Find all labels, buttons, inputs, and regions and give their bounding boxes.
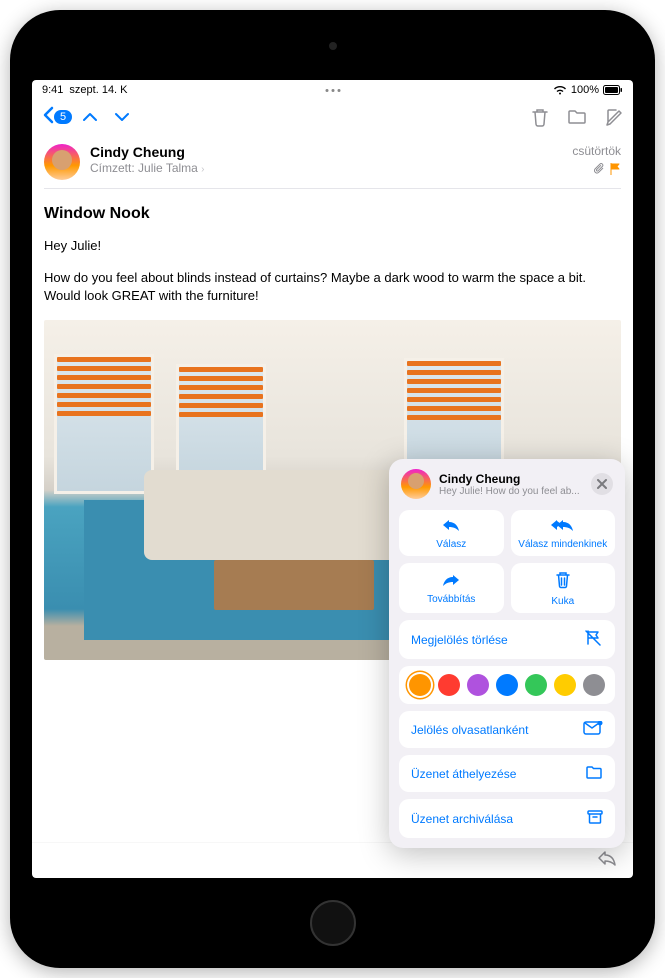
archive-label: Üzenet archiválása [411,812,513,826]
move-message-button[interactable]: Üzenet áthelyezése [399,755,615,792]
status-bar: 9:41 szept. 14. K 100% [32,80,633,100]
flag-color-row [399,666,615,704]
envelope-dot-icon [583,721,603,738]
next-message-button[interactable] [114,107,130,128]
unflag-button[interactable]: Megjelölés törlése [399,620,615,659]
battery-icon [603,85,623,95]
flag-color-red[interactable] [438,674,460,696]
body-greeting: Hey Julie! [44,237,621,255]
trash-label: Kuka [551,596,574,607]
sheet-preview: Hey Julie! How do you feel ab... [439,486,583,497]
sender-name[interactable]: Cindy Cheung [90,144,572,160]
forward-label: Továbbítás [427,594,475,605]
battery-percent: 100% [571,84,599,96]
archive-icon [587,809,603,828]
reply-all-button[interactable]: Válasz mindenkinek [511,510,616,556]
mail-body: Hey Julie! How do you feel about blinds … [44,237,621,306]
folder-move-icon [585,765,603,782]
mail-subject: Window Nook [44,189,621,237]
reply-icon [441,518,461,536]
sheet-avatar [401,469,431,499]
back-button[interactable] [42,106,54,129]
reply-button[interactable]: Válasz [399,510,504,556]
forward-button[interactable]: Továbbítás [399,563,504,613]
inbox-count-badge[interactable]: 5 [54,110,72,124]
chevron-right-icon: › [201,164,204,175]
flag-color-green[interactable] [525,674,547,696]
front-camera [329,42,337,50]
flag-color-blue[interactable] [496,674,518,696]
mail-date: csütörtök [572,144,621,158]
mail-header: Cindy Cheung Címzett: Julie Talma › csüt… [44,134,621,189]
folder-icon[interactable] [567,109,587,125]
mark-unread-button[interactable]: Jelölés olvasatlanként [399,711,615,748]
ipad-device-frame: 9:41 szept. 14. K 100% [10,10,655,968]
compose-icon[interactable] [605,108,623,126]
reply-all-label: Válasz mindenkinek [518,539,607,550]
status-date: szept. 14. K [69,84,127,96]
recipient-line[interactable]: Címzett: Julie Talma › [90,161,572,175]
home-button[interactable] [310,900,356,946]
reply-all-icon [551,518,575,536]
flag-icon [609,162,621,178]
unflag-label: Megjelölés törlése [411,633,508,647]
reply-action-sheet: Cindy Cheung Hey Julie! How do you feel … [389,459,625,848]
flag-color-purple[interactable] [467,674,489,696]
screen: 9:41 szept. 14. K 100% [32,80,633,878]
flag-color-orange[interactable] [409,674,431,696]
archive-message-button[interactable]: Üzenet archiválása [399,799,615,838]
wifi-icon [553,85,567,95]
sheet-header: Cindy Cheung Hey Julie! How do you feel … [399,469,615,503]
flag-color-yellow[interactable] [554,674,576,696]
prev-message-button[interactable] [82,107,98,128]
trash-action-icon [555,571,571,593]
move-label: Üzenet áthelyezése [411,767,516,781]
status-time: 9:41 [42,84,63,96]
sender-avatar[interactable] [44,144,80,180]
flag-color-grey[interactable] [583,674,605,696]
trash-button[interactable]: Kuka [511,563,616,613]
unflag-icon [585,630,603,649]
attachment-icon [594,163,605,178]
reply-toolbar-button[interactable] [597,850,617,871]
body-paragraph: How do you feel about blinds instead of … [44,269,621,305]
recipient-label: Címzett: [90,161,135,175]
sheet-title: Cindy Cheung [439,472,583,486]
trash-icon[interactable] [531,107,549,127]
forward-icon [441,573,461,591]
mail-toolbar: 5 [32,100,633,134]
multitask-dots[interactable] [325,89,340,92]
reply-label: Válasz [436,539,466,550]
close-button[interactable] [591,473,613,495]
mark-unread-label: Jelölés olvasatlanként [411,723,528,737]
recipient-name: Julie Talma [138,161,198,175]
